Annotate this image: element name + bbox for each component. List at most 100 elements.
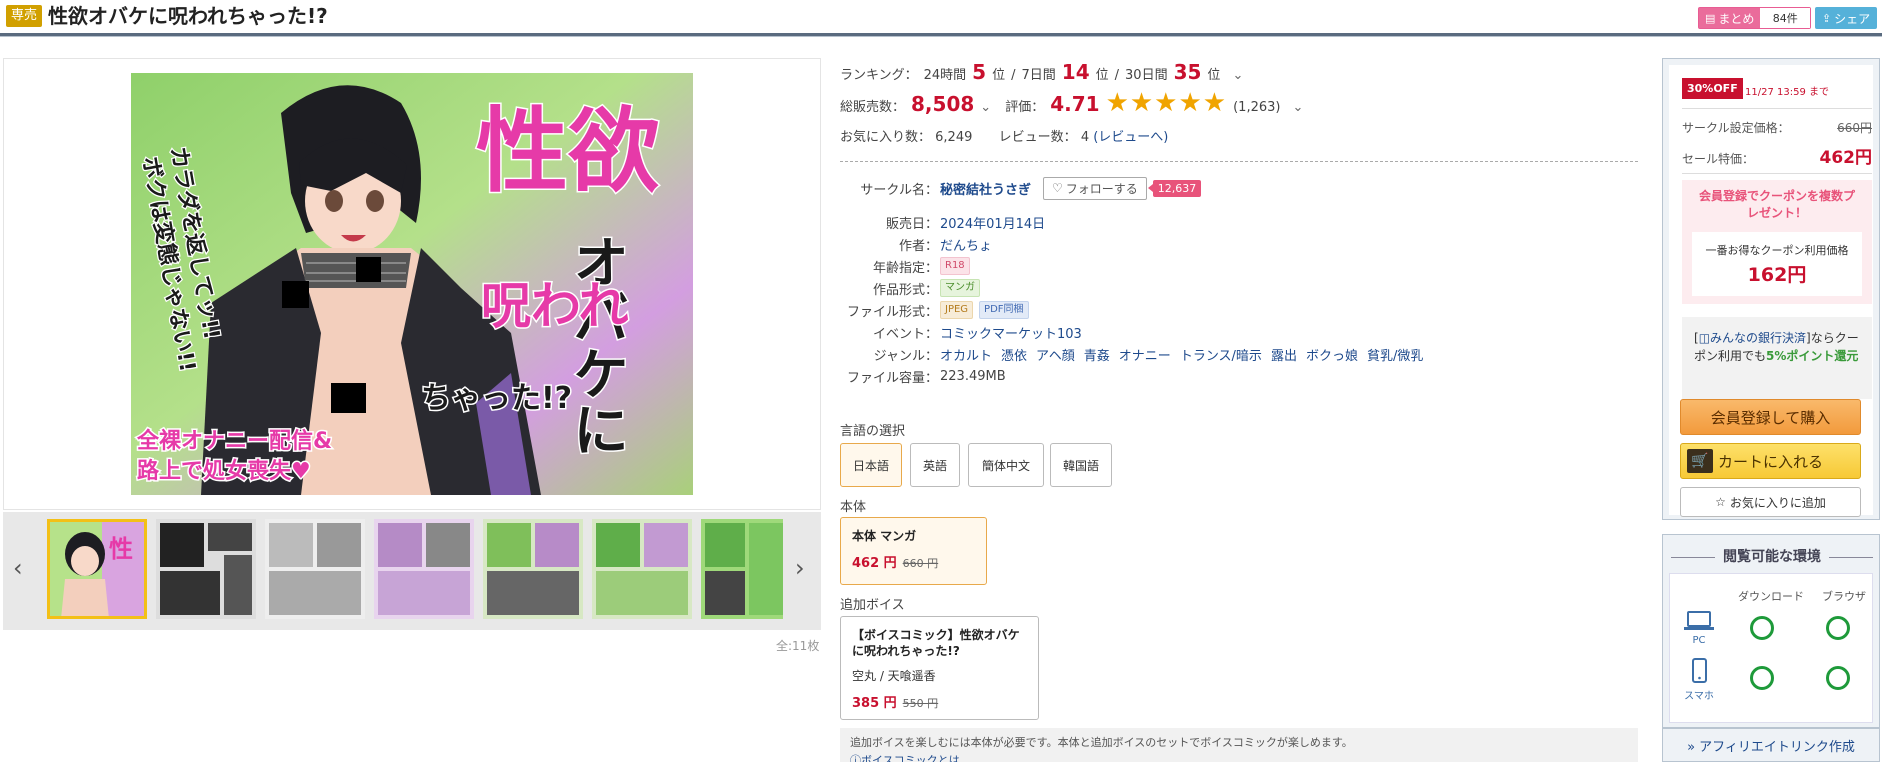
event-link[interactable]: コミックマーケット103	[940, 323, 1082, 342]
available-circle-icon	[1750, 666, 1774, 690]
matome-button[interactable]: ▤ まとめ 84件	[1698, 7, 1811, 29]
cart-icon: 🛒	[1687, 449, 1713, 473]
total-sales-value: 8,508	[911, 92, 975, 116]
size-value: 223.49MB	[940, 368, 1006, 384]
cover-title-sub: 呪われ	[481, 277, 629, 335]
divider	[1682, 108, 1872, 109]
genre-link[interactable]: オナニー	[1119, 345, 1171, 364]
ranking-unit: 位	[1207, 68, 1221, 83]
register-and-buy-button[interactable]: 会員登録して購入	[1680, 399, 1861, 435]
spec-label: イベント：	[872, 326, 938, 342]
header-divider	[0, 36, 1882, 37]
matome-label: まとめ	[1718, 11, 1755, 26]
thumbnail[interactable]	[592, 519, 692, 619]
bank-link[interactable]: みんなの銀行決済	[1710, 331, 1806, 345]
thumbnail[interactable]	[156, 519, 256, 619]
add-favorite-button[interactable]: ☆ お気に入りに追加	[1680, 487, 1861, 517]
star-outline-icon: ☆	[1715, 495, 1726, 509]
file-tag-pdf[interactable]: PDF同梱	[979, 301, 1029, 319]
chevron-down-icon[interactable]: ⌄	[1232, 68, 1243, 83]
voice-comic-help-link[interactable]: ⓘボイスコミックとは	[850, 752, 1628, 762]
fav-button-label: お気に入りに追加	[1729, 495, 1826, 510]
chevron-down-icon[interactable]: ⌄	[980, 100, 991, 115]
ranking-unit: 位	[1095, 68, 1109, 83]
env-title-text: 閲覧可能な環境	[1723, 549, 1821, 565]
format-tag[interactable]: マンガ	[940, 279, 980, 297]
spec-size: ファイル容量： 223.49MB	[840, 366, 1006, 386]
matome-icon: ▤	[1705, 11, 1716, 25]
follow-label: フォローする	[1065, 181, 1138, 196]
thumbnail[interactable]	[701, 519, 783, 619]
ranking-sep: /	[1114, 68, 1120, 83]
ranking-unit: 位	[992, 68, 1006, 83]
available-circle-icon	[1750, 616, 1774, 640]
heart-icon: ♡	[1052, 181, 1063, 195]
set-price-label: サークル設定価格：	[1682, 121, 1790, 135]
follow-button[interactable]: ♡ フォローする	[1043, 176, 1147, 200]
share-label: シェア	[1834, 11, 1871, 26]
set-price: 660円	[1837, 121, 1872, 135]
environment-box: 閲覧可能な環境 ダウンロード ブラウザ PC スマホ	[1662, 534, 1880, 728]
lang-button-zh[interactable]: 簡体中文	[968, 443, 1044, 487]
cover-image[interactable]: 性欲 オバケに 呪われ ちゃった!? カラダを返してッ!! ボクは変態じゃない!…	[131, 73, 693, 495]
genre-link[interactable]: トランス/暗示	[1180, 345, 1262, 364]
review-link[interactable]: (レビューへ)	[1093, 130, 1168, 145]
main-product-old-price: 660 円	[902, 557, 939, 570]
ranking-24h-value: 5	[972, 60, 987, 84]
coupon-heading: 会員登録でクーポンを複数プレゼント！	[1698, 189, 1855, 220]
follow-count: 12,637	[1147, 179, 1202, 197]
chevron-down-icon[interactable]: ⌄	[1292, 100, 1303, 115]
circle-link[interactable]: 秘密結社うさぎ	[940, 179, 1031, 198]
divider	[1682, 173, 1872, 174]
voice-product-card[interactable]: 【ボイスコミック】性欲オバケに呪われちゃった!? 空丸 / 天喰遥香 385 円…	[840, 616, 1039, 720]
lang-button-en[interactable]: 英語	[910, 443, 960, 487]
sale-price-row: セール特価： 462円	[1682, 143, 1872, 168]
voice-note-text: 追加ボイスを楽しむには本体が必要です。本体と追加ボイスのセットでボイスコミックが…	[850, 736, 1353, 749]
next-arrow-icon[interactable]: ›	[795, 554, 805, 582]
thumbnail[interactable]: 性	[47, 519, 147, 619]
spec-age: 年齢指定： R18	[840, 256, 970, 276]
genre-link[interactable]: オカルト	[940, 345, 992, 364]
lang-button-ja[interactable]: 日本語	[840, 443, 902, 487]
spec-label: 作品形式：	[872, 282, 938, 298]
prev-arrow-icon[interactable]: ‹	[13, 554, 23, 582]
voice-note: 追加ボイスを楽しむには本体が必要です。本体と追加ボイスのセットでボイスコミックが…	[840, 728, 1638, 762]
genre-link[interactable]: 貧乳/微乳	[1367, 345, 1423, 364]
author-value[interactable]: だんちょ	[940, 235, 992, 254]
thumbnail[interactable]	[265, 519, 365, 619]
spec-genre: ジャンル： オカルト 憑依 アヘ顔 青姦 オナニー トランス/暗示 露出 ボクっ…	[840, 344, 1424, 364]
genre-link[interactable]: 青姦	[1084, 345, 1110, 364]
spec-date: 販売日： 2024年01月14日	[840, 212, 1045, 232]
date-value[interactable]: 2024年01月14日	[940, 213, 1045, 232]
coupon-sub: 一番お得なクーポン利用価格	[1705, 244, 1849, 257]
ranking-24h-label: 24時間	[923, 68, 967, 83]
main-product-card[interactable]: 本体 マンガ 462 円 660 円	[840, 517, 987, 585]
main-product-label: 本体	[840, 500, 867, 515]
available-circle-icon	[1826, 616, 1850, 640]
coupon-box[interactable]: 会員登録でクーポンを複数プレゼント！ 一番お得なクーポン利用価格 162円	[1682, 180, 1872, 304]
lang-button-ko[interactable]: 韓国語	[1050, 443, 1112, 487]
thumbnail[interactable]	[483, 519, 583, 619]
spec-label: ジャンル：	[873, 348, 938, 364]
matome-label-wrap: ▤ まとめ	[1699, 8, 1761, 28]
total-sales-label: 総販売数：	[840, 100, 906, 115]
phone-device: スマホ	[1682, 658, 1716, 702]
spec-circle: サークル名： 秘密結社うさぎ ♡ フォローする 12,637	[840, 176, 1202, 200]
smartphone-icon	[1692, 658, 1707, 683]
add-to-cart-button[interactable]: 🛒 カートに入れる	[1680, 443, 1861, 479]
file-tag-jpeg[interactable]: JPEG	[940, 301, 974, 319]
share-button[interactable]: ⇪ シェア	[1815, 7, 1877, 29]
genre-link[interactable]: 露出	[1271, 345, 1297, 364]
bank-promo: [◫みんなの銀行決済]ならクーポン利用でも5%ポイント還元	[1682, 317, 1872, 399]
author-text: だんちょ	[940, 238, 993, 254]
voice-product-label: 追加ボイス	[840, 598, 905, 613]
thumbnail[interactable]	[374, 519, 474, 619]
genre-link[interactable]: ボクっ娘	[1306, 345, 1358, 364]
rating-label: 評価：	[1005, 100, 1045, 115]
share-icon: ⇪	[1821, 11, 1832, 25]
age-tag[interactable]: R18	[940, 257, 970, 275]
cover-illustration: 性欲 オバケに 呪われ ちゃった!? カラダを返してッ!! ボクは変態じゃない!…	[131, 73, 693, 495]
genre-link[interactable]: アヘ顔	[1036, 345, 1075, 364]
genre-link[interactable]: 憑依	[1001, 345, 1027, 364]
affiliate-link[interactable]: » アフィリエイトリンク作成	[1662, 728, 1880, 762]
